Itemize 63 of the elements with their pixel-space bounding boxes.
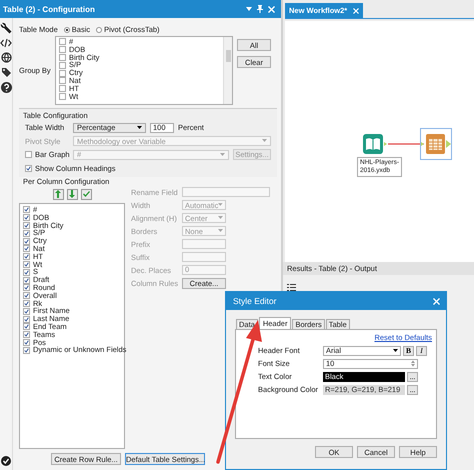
caret-icon <box>262 139 267 144</box>
checkbox[interactable] <box>23 214 30 222</box>
checkbox[interactable] <box>23 346 30 354</box>
panel-title: Table (2) - Configuration <box>3 4 96 14</box>
caret-icon <box>393 348 398 352</box>
checkbox[interactable] <box>23 331 30 338</box>
checkbox[interactable] <box>23 230 30 237</box>
pin-icon[interactable] <box>257 5 263 13</box>
checkbox[interactable] <box>59 70 66 77</box>
checkbox[interactable] <box>59 92 66 100</box>
checkbox[interactable] <box>23 206 30 214</box>
caret-icon <box>218 203 223 207</box>
scrollbar[interactable] <box>223 37 232 104</box>
close-icon[interactable] <box>268 6 275 12</box>
dialog-title: Style Editor <box>233 296 276 306</box>
checkbox[interactable] <box>59 85 66 92</box>
spinner-icon <box>411 360 415 367</box>
wrench-icon[interactable] <box>0 22 12 34</box>
checkbox[interactable] <box>59 38 66 46</box>
down-arrow-icon <box>69 190 75 198</box>
checkbox[interactable] <box>59 62 66 69</box>
help-icon[interactable] <box>0 82 12 93</box>
caret-icon <box>137 126 142 130</box>
list-icon[interactable] <box>287 284 296 291</box>
caret-icon <box>218 216 223 220</box>
code-icon[interactable] <box>0 38 12 48</box>
close-icon[interactable] <box>353 8 360 14</box>
move-up-button[interactable] <box>52 188 64 200</box>
table-node[interactable] <box>420 128 452 160</box>
checkbox[interactable] <box>23 238 30 245</box>
checkbox[interactable] <box>23 300 30 307</box>
text-field[interactable] <box>182 187 270 197</box>
connector-line <box>388 143 424 145</box>
book-node-icon[interactable] <box>363 134 387 156</box>
checkbox[interactable] <box>23 276 30 284</box>
up-arrow-icon <box>55 190 61 198</box>
checkbox[interactable] <box>23 253 30 260</box>
checkbox[interactable] <box>59 54 66 61</box>
close-icon[interactable] <box>433 298 440 304</box>
text-field[interactable] <box>182 239 226 249</box>
globe-icon[interactable] <box>0 52 12 63</box>
caret-icon <box>218 229 223 233</box>
checkbox[interactable] <box>23 316 30 323</box>
checkbox[interactable] <box>23 268 30 276</box>
table-icon <box>421 133 451 155</box>
text-field[interactable] <box>182 252 226 262</box>
checkbox[interactable] <box>23 260 30 268</box>
checkbox[interactable] <box>23 292 30 300</box>
tag-icon[interactable] <box>0 67 12 78</box>
checkmark-icon <box>26 164 31 172</box>
checkmark-icon <box>82 191 90 197</box>
caret-icon <box>220 152 225 157</box>
check-all-button[interactable] <box>80 188 92 200</box>
checkbox[interactable] <box>23 323 30 330</box>
checkbox[interactable] <box>59 77 66 84</box>
move-down-button[interactable] <box>66 188 78 200</box>
checkbox[interactable] <box>59 46 66 54</box>
checkbox[interactable] <box>23 338 30 346</box>
dropdown-icon[interactable] <box>246 6 252 12</box>
checkbox[interactable] <box>23 308 30 315</box>
checkbox[interactable] <box>23 222 30 229</box>
checkbox[interactable] <box>23 284 30 292</box>
checkbox[interactable] <box>23 245 30 252</box>
